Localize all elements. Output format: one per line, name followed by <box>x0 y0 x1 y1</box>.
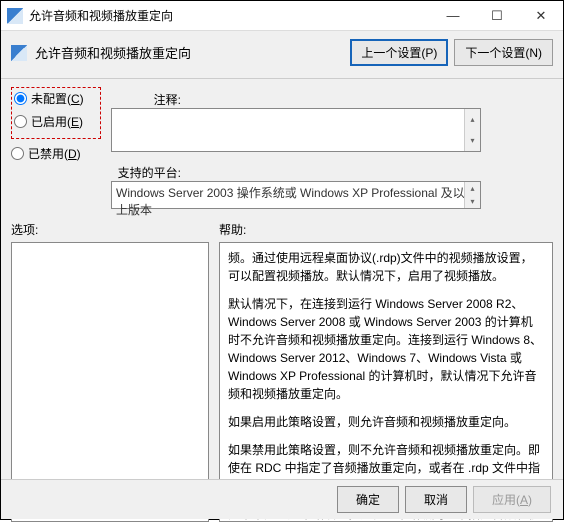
radio-disabled-input[interactable] <box>11 147 24 160</box>
state-radios: 未配置(C) 已启用(E) 已禁用(D) <box>11 87 101 168</box>
dialog-footer: 确定 取消 应用(A) <box>1 479 563 519</box>
ok-button[interactable]: 确定 <box>337 486 399 513</box>
next-setting-button[interactable]: 下一个设置(N) <box>454 39 553 66</box>
help-text: 如果启用此策略设置，则允许音频和视频播放重定向。 <box>228 413 544 431</box>
titlebar: 允许音频和视频播放重定向 — ☐ ✕ <box>1 1 563 31</box>
cancel-button[interactable]: 取消 <box>405 486 467 513</box>
lower-panels: 选项: 帮助: 频。通过使用远程桌面协议(.rdp)文件中的视频播放设置，可以配… <box>11 221 553 522</box>
platform-scroll[interactable]: ▴▾ <box>464 182 480 208</box>
radio-enabled-input[interactable] <box>14 115 27 128</box>
top-fields: 注释: ▴▾ 支持的平台: Windows Server 2003 操作系统或 … <box>111 87 553 209</box>
options-label: 选项: <box>11 221 209 238</box>
dialog-body: 未配置(C) 已启用(E) 已禁用(D) 注释: ▴▾ 支持的平台: <box>1 79 563 530</box>
platform-text: Windows Server 2003 操作系统或 Windows XP Pro… <box>111 181 481 209</box>
previous-setting-button[interactable]: 上一个设置(P) <box>350 39 448 66</box>
help-label: 帮助: <box>219 221 553 238</box>
platform-label: 支持的平台: <box>111 164 181 181</box>
help-text: 默认情况下，在连接到运行 Windows Server 2008 R2、Wind… <box>228 295 544 403</box>
radio-not-configured-input[interactable] <box>14 92 27 105</box>
radio-not-configured[interactable]: 未配置(C) <box>14 90 98 107</box>
chevron-up-icon[interactable]: ▴ <box>465 182 480 195</box>
header-icon <box>11 45 27 61</box>
window-title: 允许音频和视频播放重定向 <box>29 7 431 24</box>
minimize-button[interactable]: — <box>431 1 475 31</box>
radio-disabled[interactable]: 已禁用(D) <box>11 145 101 162</box>
chevron-up-icon[interactable]: ▴ <box>465 109 480 130</box>
dialog-header: 允许音频和视频播放重定向 上一个设置(P) 下一个设置(N) <box>1 31 563 79</box>
close-button[interactable]: ✕ <box>519 1 563 31</box>
chevron-down-icon[interactable]: ▾ <box>465 130 480 151</box>
maximize-button[interactable]: ☐ <box>475 1 519 31</box>
comment-textarea[interactable]: ▴▾ <box>111 108 481 152</box>
header-title: 允许音频和视频播放重定向 <box>35 43 342 62</box>
apply-button: 应用(A) <box>473 486 551 513</box>
policy-dialog: 允许音频和视频播放重定向 — ☐ ✕ 允许音频和视频播放重定向 上一个设置(P)… <box>0 0 564 520</box>
app-icon <box>7 8 23 24</box>
comment-scroll[interactable]: ▴▾ <box>464 109 480 151</box>
radio-enabled[interactable]: 已启用(E) <box>14 113 98 130</box>
highlighted-region: 未配置(C) 已启用(E) <box>11 87 101 139</box>
comment-label: 注释: <box>111 91 181 108</box>
chevron-down-icon[interactable]: ▾ <box>465 195 480 208</box>
help-text: 频。通过使用远程桌面协议(.rdp)文件中的视频播放设置，可以配置视频播放。默认… <box>228 249 544 285</box>
